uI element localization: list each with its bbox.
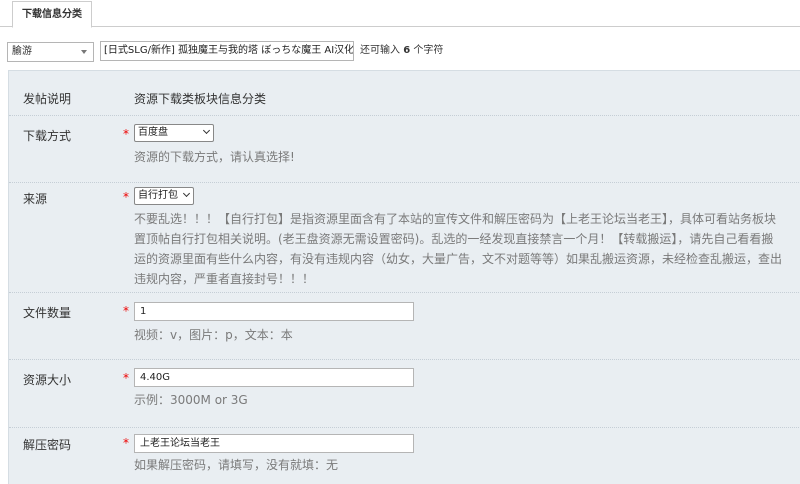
unzip-password-desc: 如果解压密码，请填写，没有就填：无 bbox=[134, 458, 339, 472]
row-post-note: 发帖说明 资源下载类板块信息分类 bbox=[9, 71, 800, 116]
source-label: 来源 bbox=[23, 192, 48, 206]
unzip-password-label: 解压密码 bbox=[23, 438, 72, 452]
source-desc: 不要乱选！！！【自行打包】是指资源里面含有了本站的宣传文件和解压密码为【上老王论… bbox=[134, 209, 800, 289]
source-desc-line: 不要乱选！！！【自行打包】是指资源里面含有了本站的宣传文件和解压密码为【上老王论… bbox=[134, 212, 777, 226]
tab-bar: 下载信息分类 bbox=[0, 0, 800, 28]
source-select[interactable]: 自行打包 bbox=[134, 187, 194, 205]
resource-size-label: 资源大小 bbox=[23, 373, 72, 387]
row-source: 来源 * 自行打包 不要乱选！！！【自行打包】是指资源里面含有了本站的宣传文件和… bbox=[9, 183, 800, 293]
source-desc-line: 违规内容，严重者直接封号！！！ bbox=[134, 272, 315, 286]
file-count-label: 文件数量 bbox=[23, 306, 72, 320]
source-desc-line: 运的资源里面有些什么内容，有没有违规内容（幼女，大量广告，文不对题等等）如果乱搬… bbox=[134, 252, 783, 266]
required-mark: * bbox=[123, 304, 129, 318]
row-file-count: 文件数量 * 1 视频：v，图片：p，文本：本 bbox=[9, 293, 800, 360]
thread-type-value: 腧游 bbox=[12, 46, 32, 57]
download-method-label: 下载方式 bbox=[23, 129, 72, 143]
char-tip-suffix: 个字符 bbox=[413, 45, 444, 56]
source-value: 自行打包 bbox=[138, 190, 178, 201]
source-desc-line: 置顶帖自行打包相关说明。(老王盘资源无需设置密码)。乱选的一经发现直接禁言一个月… bbox=[134, 232, 774, 246]
required-mark: * bbox=[123, 190, 129, 204]
row-resource-size: 资源大小 * 4.40G 示例：3000M or 3G bbox=[9, 360, 800, 428]
file-count-input[interactable]: 1 bbox=[134, 302, 414, 321]
chevron-down-icon bbox=[202, 126, 211, 135]
unzip-password-input[interactable]: 上老王论坛当老王 bbox=[134, 434, 414, 453]
file-count-desc: 视频：v，图片：p，文本：本 bbox=[134, 328, 293, 342]
required-mark: * bbox=[123, 436, 129, 450]
subject-row: 腧游 [日式SLG/新作] 孤独魔王与我的塔 ぼっちな魔王 AI汉化 还可输入 … bbox=[0, 38, 800, 62]
required-mark: * bbox=[123, 371, 129, 385]
resource-size-desc: 示例：3000M or 3G bbox=[134, 393, 248, 407]
char-count-tip: 还可输入 6 个字符 bbox=[360, 43, 443, 59]
download-method-select[interactable]: 百度盘 bbox=[134, 124, 214, 142]
resource-size-input[interactable]: 4.40G bbox=[134, 368, 414, 387]
post-note-label: 发帖说明 bbox=[23, 92, 72, 106]
classification-form: 发帖说明 资源下载类板块信息分类 下载方式 * 百度盘 资源的下载方式，请认真选… bbox=[8, 70, 800, 484]
row-download-method: 下载方式 * 百度盘 资源的下载方式，请认真选择! bbox=[9, 116, 800, 183]
char-tip-count: 6 bbox=[403, 45, 411, 56]
char-tip-prefix: 还可输入 bbox=[360, 45, 400, 56]
chevron-down-icon bbox=[182, 189, 191, 198]
row-unzip-password: 解压密码 * 上老王论坛当老王 如果解压密码，请填写，没有就填：无 bbox=[9, 428, 800, 484]
thread-type-select[interactable]: 腧游 bbox=[7, 42, 94, 62]
download-method-desc: 资源的下载方式，请认真选择! bbox=[134, 150, 295, 164]
subject-title-input[interactable]: [日式SLG/新作] 孤独魔王与我的塔 ぼっちな魔王 AI汉化 bbox=[100, 41, 354, 61]
chevron-down-icon bbox=[81, 50, 87, 54]
download-method-value: 百度盘 bbox=[138, 127, 168, 138]
post-note-value: 资源下载类板块信息分类 bbox=[134, 92, 267, 106]
tab-download-info-category[interactable]: 下载信息分类 bbox=[12, 1, 92, 28]
required-mark: * bbox=[123, 127, 129, 141]
